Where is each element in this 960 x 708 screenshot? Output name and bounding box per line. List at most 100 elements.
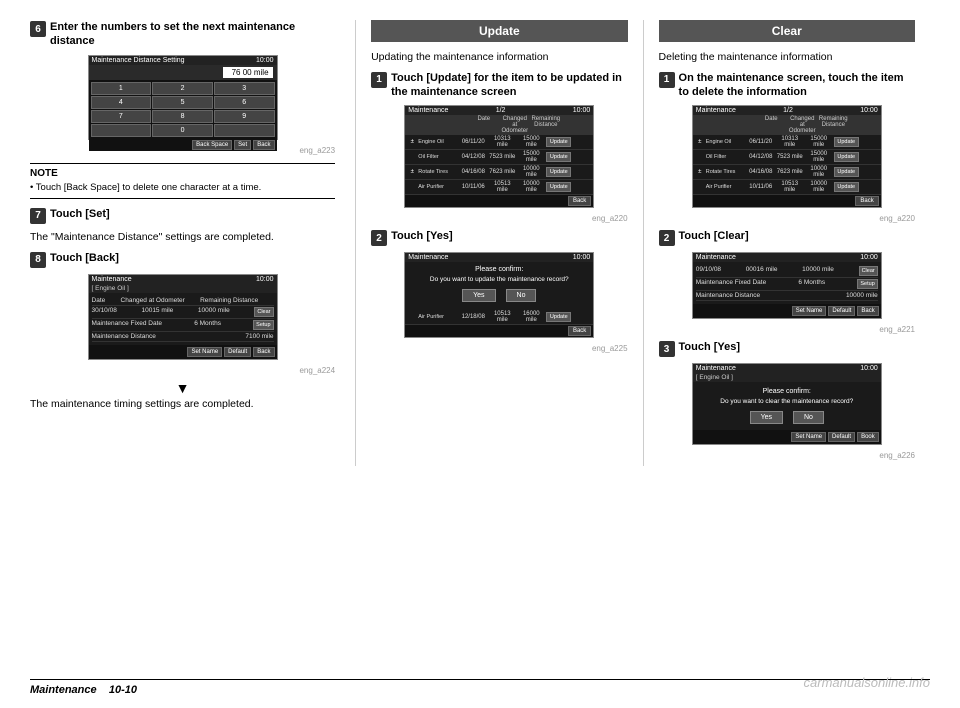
key-5[interactable]: 5 bbox=[152, 96, 213, 109]
clear-back-btn[interactable]: Back bbox=[857, 306, 878, 316]
back-remaining-val: 10000 mile bbox=[198, 307, 230, 317]
ml-row-1: ± Engine Oil 06/11/20 10313 mile 15000 m… bbox=[405, 135, 593, 150]
confirm-back-btn[interactable]: Back bbox=[568, 326, 591, 336]
ml-row2-update-btn[interactable]: Update bbox=[546, 152, 571, 162]
eng-no-button[interactable]: No bbox=[793, 411, 824, 424]
clear-clear-btn[interactable]: Clear bbox=[859, 266, 878, 276]
mds-btn-row: Back Space Set Back bbox=[89, 139, 277, 151]
ml-row1-changed: 10313 mile bbox=[488, 136, 516, 148]
ml-row1-remaining: 15000 mile bbox=[517, 136, 545, 148]
center-step2-header: 2 Touch [Yes] bbox=[371, 229, 627, 246]
confirm-buttons: Yes No bbox=[411, 289, 587, 302]
key-2[interactable]: 2 bbox=[152, 82, 213, 95]
confirm-img-label: eng_a225 bbox=[371, 344, 627, 353]
ml-row3-label: Rotate Tires bbox=[418, 169, 458, 175]
clear-intro: Deleting the maintenance information bbox=[659, 50, 915, 65]
right-ml-row4-btn[interactable]: Update bbox=[834, 182, 859, 192]
clear-setup-btn[interactable]: Setup bbox=[857, 279, 877, 289]
set-button[interactable]: Set bbox=[234, 140, 251, 150]
right-ml-img-label: eng_a220 bbox=[659, 214, 915, 223]
back-row3-val: 7100 mile bbox=[245, 333, 273, 340]
step7-title: Touch [Set] bbox=[50, 207, 110, 221]
back-row2-label: Maintenance Fixed Date bbox=[92, 320, 162, 330]
right-ml-title: Maintenance bbox=[696, 107, 736, 114]
confirm-title-bar: Maintenance 10:00 bbox=[405, 253, 593, 262]
back-setup-btn[interactable]: Setup bbox=[253, 320, 273, 330]
watermark: carmanualsonline.info bbox=[804, 675, 930, 690]
right-ml-row3-btn[interactable]: Update bbox=[834, 167, 859, 177]
back-screen-subtitle: [ Engine Oil ] bbox=[89, 284, 277, 293]
back-row-header: Date Changed at Odometer Remaining Dista… bbox=[92, 296, 274, 306]
ml-row-4: Air Purifier 10/11/06 10513 mile 10000 m… bbox=[405, 180, 593, 195]
no-button[interactable]: No bbox=[506, 289, 537, 302]
confirm-title: Maintenance bbox=[408, 254, 448, 261]
back-clear-btn[interactable]: Clear bbox=[254, 307, 273, 317]
mds-title-bar: Maintenance Distance Setting 10:00 bbox=[89, 56, 277, 65]
confirm-screen: Maintenance 10:00 Please confirm: Do you… bbox=[404, 252, 594, 338]
clear-default-btn[interactable]: Default bbox=[828, 306, 855, 316]
right-ml-row1-btn[interactable]: Update bbox=[834, 137, 859, 147]
clear-set-name-btn[interactable]: Set Name bbox=[792, 306, 827, 316]
clear-row2-val: 10000 mile bbox=[846, 292, 878, 299]
ml-page-indicator: 1/2 bbox=[496, 107, 506, 114]
down-arrow: ▼ bbox=[30, 381, 335, 395]
ml-row1-update-btn[interactable]: Update bbox=[546, 137, 571, 147]
maintenance-list-screen: Maintenance 1/2 10:00 Date Changed at Od… bbox=[404, 105, 594, 208]
key-8[interactable]: 8 bbox=[152, 110, 213, 123]
confirm-row-btn[interactable]: Update bbox=[546, 312, 571, 322]
mds-screen: Maintenance Distance Setting 10:00 76 00… bbox=[88, 55, 278, 140]
key-0[interactable]: 0 bbox=[152, 124, 213, 137]
clear-detail-screen: Maintenance 10:00 09/10/08 00016 mile 10… bbox=[692, 252, 882, 319]
confirm-body: Please confirm: Do you want to update th… bbox=[405, 262, 593, 310]
mds-input-row: 76 00 mile bbox=[89, 65, 277, 80]
note-text: • Touch [Back Space] to delete one chara… bbox=[30, 181, 335, 194]
ml-row4-remaining: 10000 mile bbox=[517, 181, 545, 193]
back-odometer-val: 10015 mile bbox=[141, 307, 173, 317]
back-button-mds[interactable]: Back bbox=[253, 140, 274, 150]
ml-row4-changed: 10513 mile bbox=[488, 181, 516, 193]
confirm-text: Please confirm: bbox=[411, 266, 587, 273]
center-step1-header: 1 Touch [Update] for the item to be upda… bbox=[371, 71, 627, 100]
ml-row-3: ± Rotate Tires 04/16/08 7623 mile 10000 … bbox=[405, 165, 593, 180]
footer: Maintenance 10-10 bbox=[30, 679, 930, 696]
confirm-row-changed: 10513 mile bbox=[488, 311, 516, 323]
right-ml-back-btn[interactable]: Back bbox=[855, 196, 878, 206]
ml-row4-update-btn[interactable]: Update bbox=[546, 182, 571, 192]
key-7[interactable]: 7 bbox=[91, 110, 152, 123]
mds-title: Maintenance Distance Setting bbox=[92, 57, 185, 64]
center-step1-badge: 1 bbox=[371, 72, 387, 88]
right-step2-badge: 2 bbox=[659, 230, 675, 246]
step7-text: The "Maintenance Distance" settings are … bbox=[30, 230, 335, 245]
mds-keypad: 1 2 3 4 5 6 7 8 9 0 bbox=[89, 80, 277, 139]
clear-odometer: 00016 mile bbox=[746, 266, 778, 276]
mds-input-value: 76 00 mile bbox=[223, 67, 273, 78]
eng-clear-question: Do you want to clear the maintenance rec… bbox=[697, 398, 877, 405]
back-info-row2: Maintenance Fixed Date 6 Months Setup bbox=[92, 319, 274, 332]
back-btn2[interactable]: Back bbox=[253, 347, 274, 357]
eng-default-btn[interactable]: Default bbox=[828, 432, 855, 442]
key-3[interactable]: 3 bbox=[214, 82, 275, 95]
back-space-button[interactable]: Back Space bbox=[192, 140, 232, 150]
yes-button[interactable]: Yes bbox=[462, 289, 495, 302]
ml-back-btn[interactable]: Back bbox=[568, 196, 591, 206]
step8-badge: 8 bbox=[30, 252, 46, 268]
key-6[interactable]: 6 bbox=[214, 96, 275, 109]
center-column: Update Updating the maintenance informat… bbox=[355, 20, 642, 466]
back-row-date-label: Date bbox=[92, 297, 106, 304]
ml-col-changed: Changed at Odometer bbox=[500, 116, 529, 134]
ml-row3-update-btn[interactable]: Update bbox=[546, 167, 571, 177]
clear-detail-title: Maintenance bbox=[696, 254, 736, 261]
note-title: NOTE bbox=[30, 168, 335, 179]
eng-back-btn[interactable]: Book bbox=[857, 432, 879, 442]
ml-img-label: eng_a220 bbox=[371, 214, 627, 223]
eng-set-name-btn[interactable]: Set Name bbox=[791, 432, 826, 442]
key-9[interactable]: 9 bbox=[214, 110, 275, 123]
left-column: 6 Enter the numbers to set the next main… bbox=[30, 20, 355, 466]
right-ml-row2-btn[interactable]: Update bbox=[834, 152, 859, 162]
default-btn[interactable]: Default bbox=[224, 347, 251, 357]
eng-yes-button[interactable]: Yes bbox=[750, 411, 783, 424]
key-1[interactable]: 1 bbox=[91, 82, 152, 95]
set-name-btn[interactable]: Set Name bbox=[187, 347, 222, 357]
clear-row1-label: Maintenance Fixed Date bbox=[696, 279, 766, 289]
key-4[interactable]: 4 bbox=[91, 96, 152, 109]
